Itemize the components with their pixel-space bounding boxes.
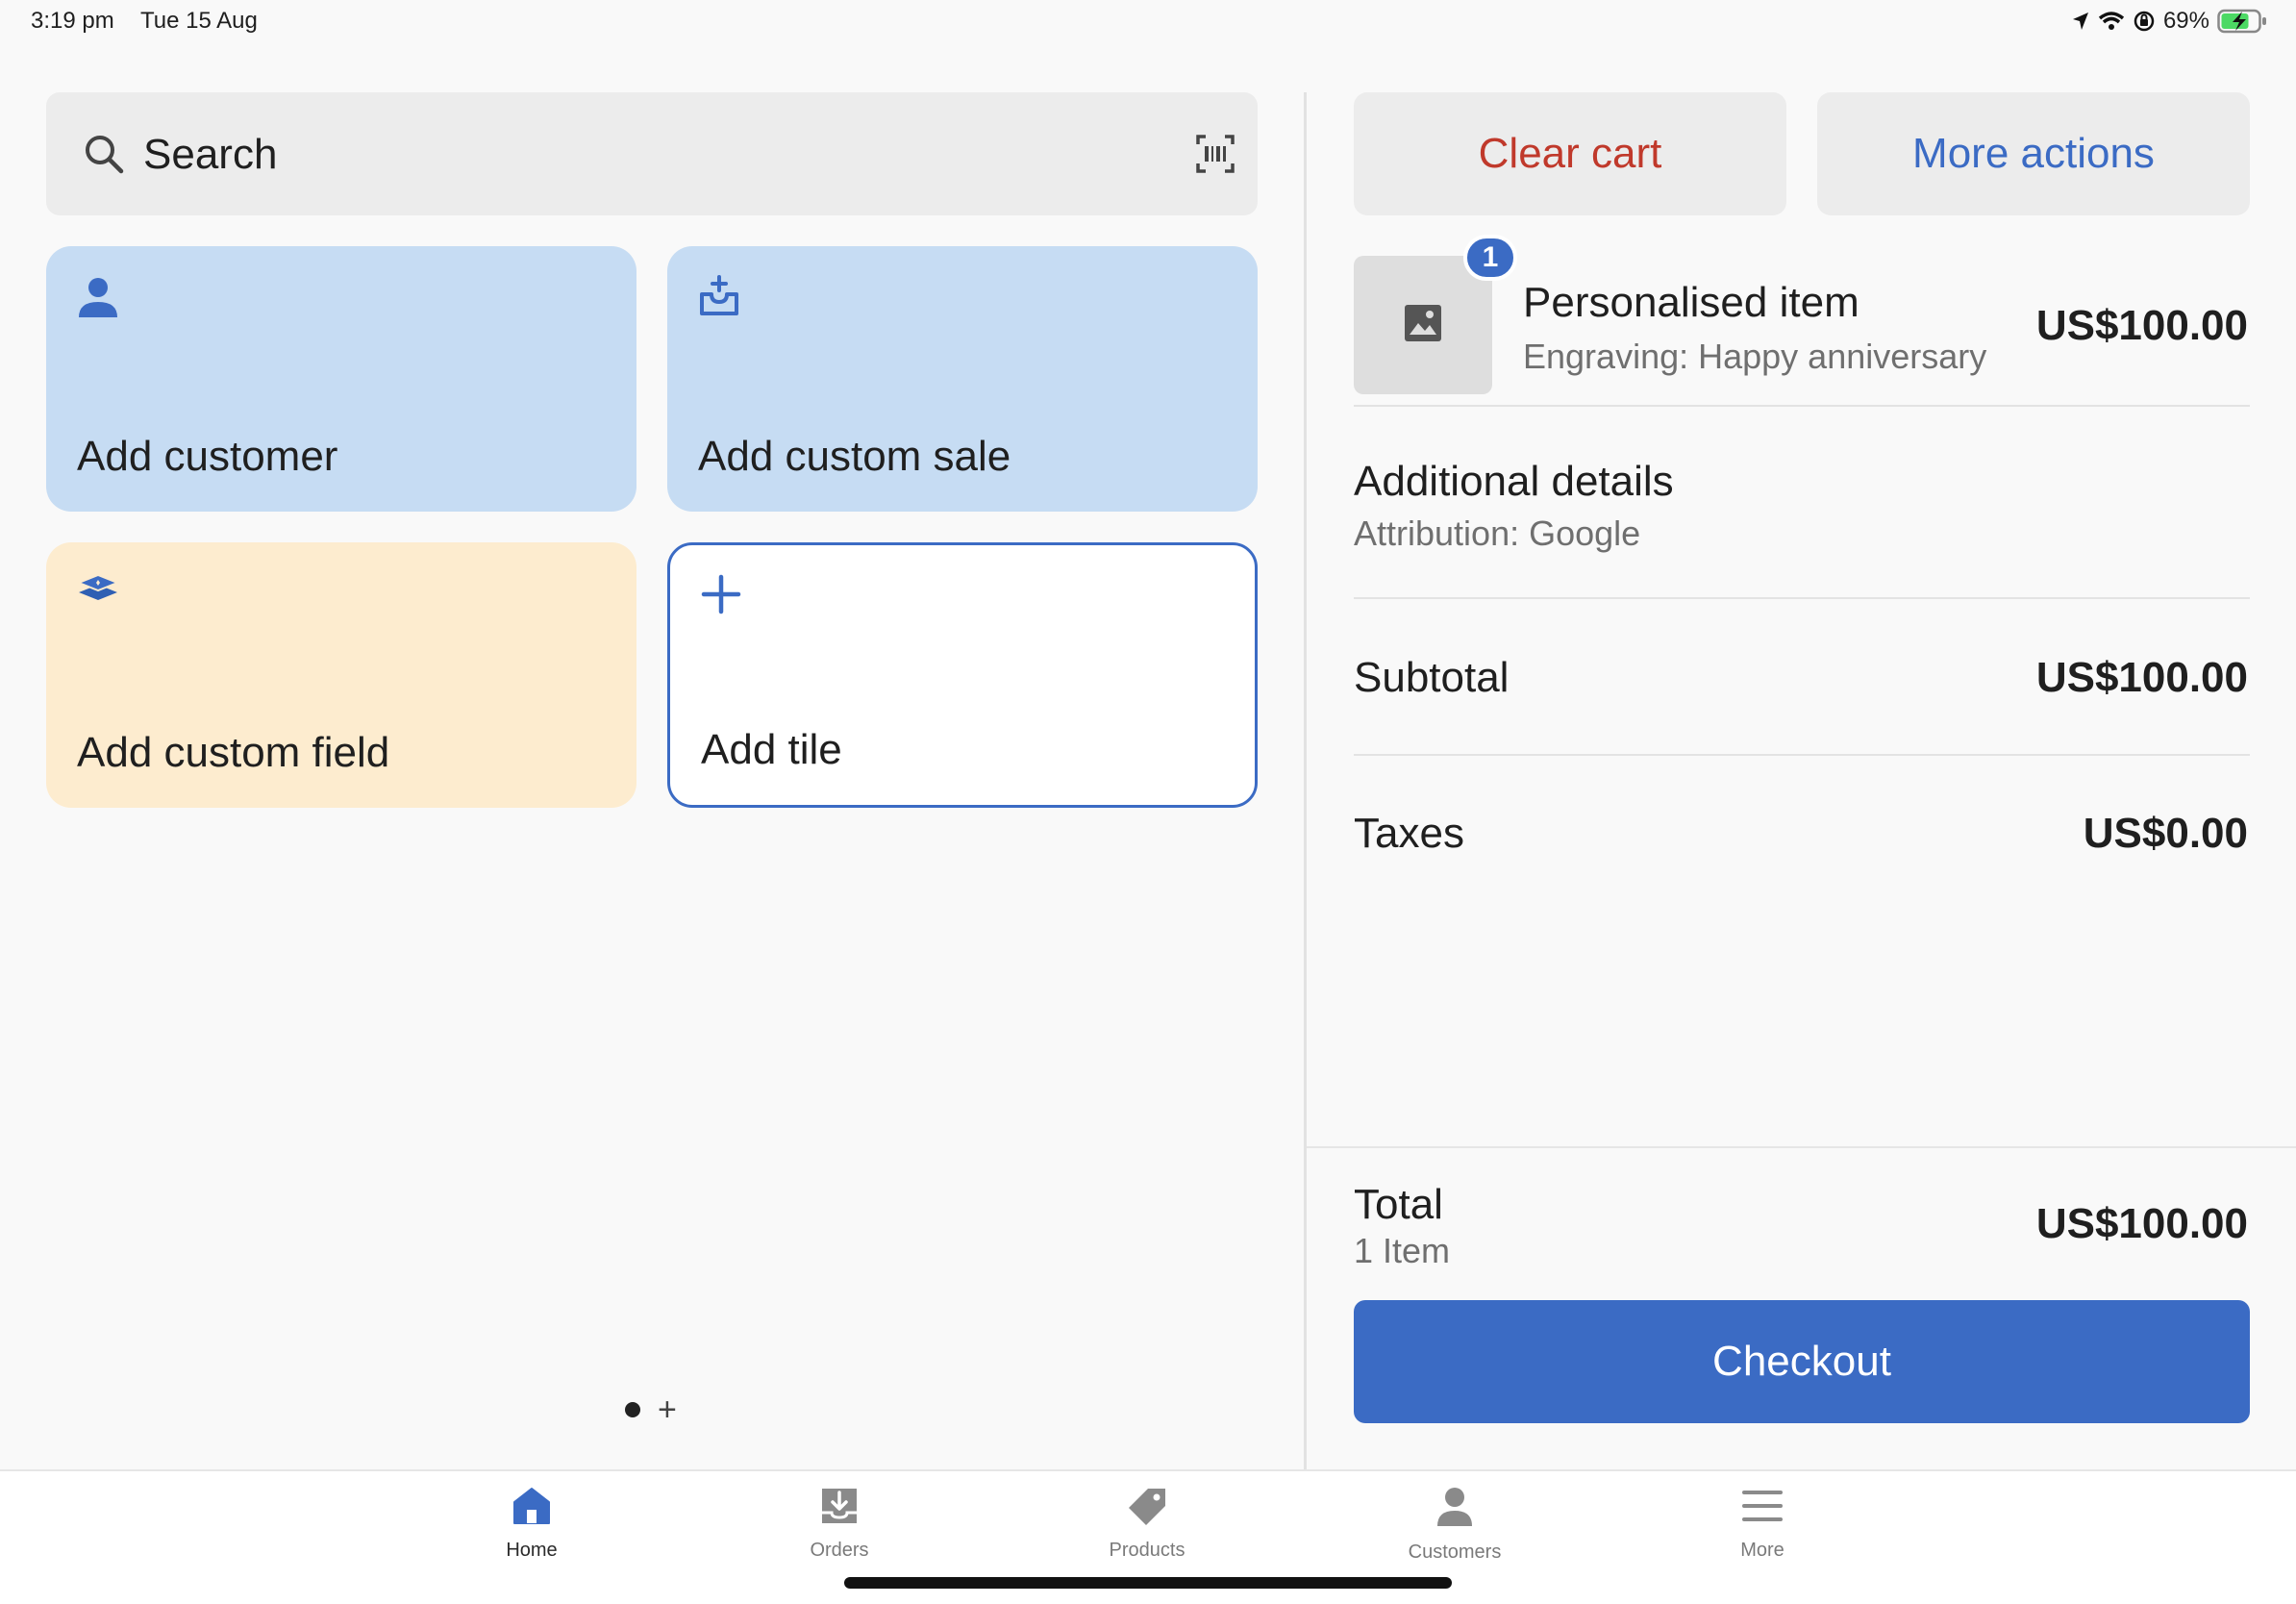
total-item-count: 1 Item xyxy=(1354,1231,1451,1270)
divider xyxy=(1354,754,2250,756)
tile-label: Add tile xyxy=(701,726,842,773)
more-actions-button[interactable]: More actions xyxy=(1817,92,2250,215)
cart-item-thumbnail xyxy=(1354,256,1492,394)
orders-icon xyxy=(820,1487,859,1530)
status-indicators: 69% xyxy=(2071,8,2267,35)
tile-add-custom-field[interactable]: Add custom field xyxy=(46,542,636,808)
tab-label: Home xyxy=(506,1540,558,1561)
search-bar[interactable]: Search xyxy=(46,92,1258,215)
tab-label: More xyxy=(1740,1540,1784,1561)
additional-details-subtitle: Attribution: Google xyxy=(1354,514,1641,553)
tab-home[interactable]: Home xyxy=(436,1487,628,1562)
search-icon xyxy=(83,133,125,180)
home-indicator[interactable] xyxy=(844,1577,1452,1589)
tab-label: Products xyxy=(1109,1540,1185,1561)
divider xyxy=(1354,597,2250,599)
person-icon xyxy=(77,275,119,324)
page-dot-active[interactable] xyxy=(625,1402,640,1417)
quantity-badge: 1 xyxy=(1463,235,1517,281)
tile-add-custom-sale[interactable]: Add custom sale xyxy=(667,246,1258,512)
divider xyxy=(1307,1146,2296,1148)
status-bar: 3:19 pm Tue 15 Aug 69% xyxy=(0,0,2296,46)
tab-customers[interactable]: Customers xyxy=(1359,1487,1551,1564)
divider xyxy=(1354,405,2250,407)
checkout-button[interactable]: Checkout xyxy=(1354,1300,2250,1423)
subtotal-value: US$100.00 xyxy=(2035,654,2248,701)
tab-orders[interactable]: Orders xyxy=(743,1487,936,1562)
subtotal-label: Subtotal xyxy=(1354,654,1510,701)
cart-item-note: Engraving: Happy anniversary xyxy=(1523,337,1987,376)
page-indicator: + xyxy=(625,1393,677,1426)
orientation-lock-icon xyxy=(2133,10,2156,33)
add-page-button[interactable]: + xyxy=(658,1393,677,1426)
battery-percent: 69% xyxy=(2162,8,2209,34)
taxes-value: US$0.00 xyxy=(2083,810,2248,857)
menu-icon xyxy=(1742,1487,1783,1530)
status-time: 3:19 pm xyxy=(31,8,114,34)
pane-divider xyxy=(1304,92,1307,1469)
status-date: Tue 15 Aug xyxy=(140,8,258,34)
tab-label: Customers xyxy=(1408,1541,1502,1563)
home-icon xyxy=(512,1487,552,1530)
tab-products[interactable]: Products xyxy=(1051,1487,1243,1562)
additional-details-title[interactable]: Additional details xyxy=(1354,458,1674,506)
image-placeholder-icon xyxy=(1403,303,1443,348)
battery-charging-icon xyxy=(2217,9,2267,34)
tile-label: Add custom sale xyxy=(698,433,1011,480)
tile-label: Add customer xyxy=(77,433,338,480)
custom-sale-icon xyxy=(698,275,740,322)
clear-cart-button[interactable]: Clear cart xyxy=(1354,92,1786,215)
layers-icon xyxy=(76,571,120,611)
tile-label: Add custom field xyxy=(77,729,390,776)
cart-item-name[interactable]: Personalised item xyxy=(1523,279,1859,327)
person-icon xyxy=(1435,1487,1474,1532)
total-value: US$100.00 xyxy=(2035,1200,2248,1247)
tag-icon xyxy=(1127,1487,1167,1530)
total-label: Total xyxy=(1354,1181,1443,1228)
tile-add-tile[interactable]: Add tile xyxy=(667,542,1258,808)
plus-icon xyxy=(701,574,741,619)
tile-add-customer[interactable]: Add customer xyxy=(46,246,636,512)
tab-more[interactable]: More xyxy=(1666,1487,1859,1562)
cart-item-price: US$100.00 xyxy=(2035,302,2248,349)
tab-label: Orders xyxy=(810,1540,869,1561)
search-input[interactable]: Search xyxy=(143,131,277,179)
barcode-scan-icon[interactable] xyxy=(1196,135,1235,178)
location-icon xyxy=(2071,11,2090,32)
taxes-label: Taxes xyxy=(1354,810,1464,857)
wifi-icon xyxy=(2098,11,2125,32)
